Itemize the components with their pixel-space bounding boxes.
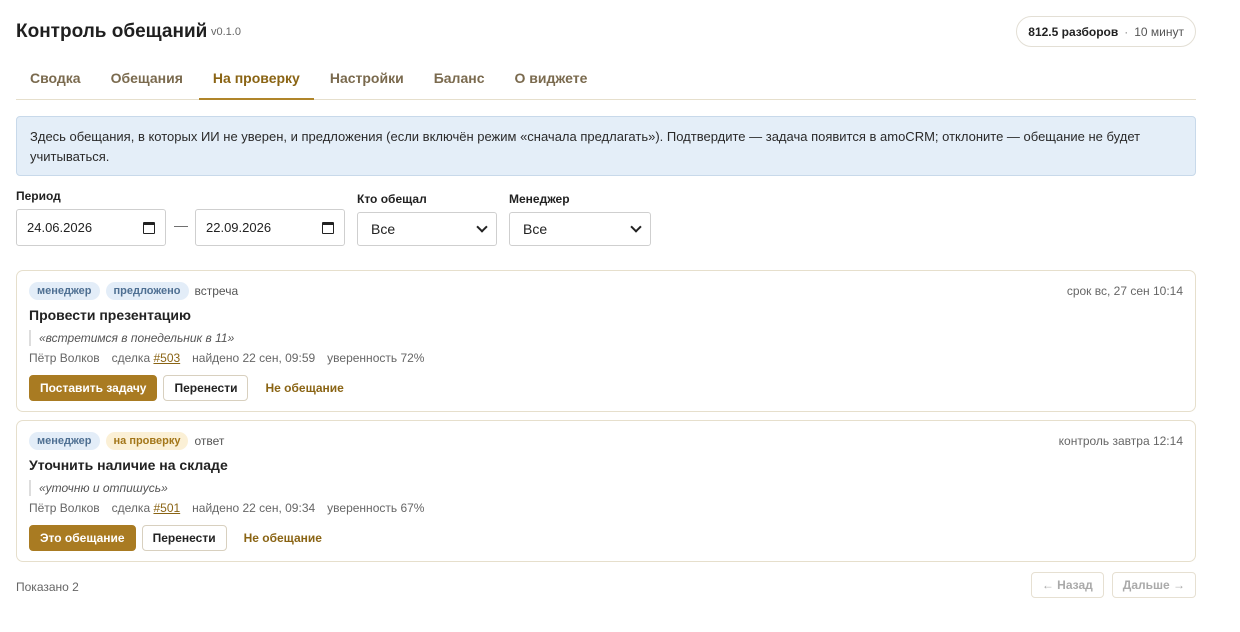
reschedule-button[interactable]: Перенести: [163, 375, 249, 401]
found-time: найдено 22 сен, 09:34: [192, 501, 316, 515]
confidence: уверенность 67%: [327, 501, 425, 515]
role-badge: менеджер: [29, 282, 100, 300]
period-label: Период: [16, 189, 61, 203]
deal-link[interactable]: #501: [153, 501, 180, 515]
tab-promises[interactable]: Обещания: [97, 62, 197, 100]
shown-count: Показано 2: [16, 580, 79, 594]
status-badge: на проверку: [105, 432, 189, 450]
confirm-promise-button[interactable]: Это обещание: [29, 525, 136, 551]
tab-bar: Сводка Обещания На проверку Настройки Ба…: [16, 62, 1196, 100]
pagination: ← Назад Дальше →: [1030, 572, 1196, 598]
promise-title: Провести презентацию: [29, 307, 191, 323]
balance-reviews: 812.5 разборов: [1028, 24, 1119, 39]
date-range-dash: —: [174, 217, 188, 233]
deal-label: сделка: [111, 351, 151, 365]
person-name: Пётр Волков: [29, 351, 100, 365]
promise-meta: Пётр Волков сделка #503 найдено 22 сен, …: [29, 351, 1183, 365]
confidence: уверенность 72%: [327, 351, 425, 365]
person-name: Пётр Волков: [29, 501, 100, 515]
prev-page-button[interactable]: ← Назад: [1030, 572, 1104, 598]
chevron-down-icon: [630, 221, 642, 233]
found-time: найдено 22 сен, 09:59: [192, 351, 316, 365]
date-to-input[interactable]: 22.09.2026: [195, 209, 345, 246]
next-page-button[interactable]: Дальше →: [1111, 572, 1196, 598]
who-promised-select[interactable]: Все: [357, 212, 497, 246]
tab-settings[interactable]: Настройки: [316, 62, 418, 100]
tab-summary[interactable]: Сводка: [16, 62, 95, 100]
app-title: Контроль обещаний: [16, 21, 208, 42]
not-promise-button[interactable]: Не обещание: [254, 375, 354, 401]
promise-title: Уточнить наличие на складе: [29, 457, 228, 473]
manager-label: Менеджер: [509, 192, 570, 206]
promise-card: менеджер предложено встреча срок вс, 27 …: [16, 270, 1196, 412]
balance-separator: ·: [1124, 24, 1129, 39]
date-to-value: 22.09.2026: [206, 220, 272, 235]
filters: Период 24.06.2026 — 22.09.2026 Кто обеща…: [16, 176, 1196, 258]
reschedule-button[interactable]: Перенести: [141, 525, 227, 551]
manager-select[interactable]: Все: [509, 212, 651, 246]
promise-kind: ответ: [194, 434, 225, 448]
promise-kind: встреча: [194, 284, 239, 298]
status-badge: предложено: [105, 282, 189, 300]
info-banner: Здесь обещания, в которых ИИ не уверен, …: [16, 116, 1196, 176]
chevron-down-icon: [476, 221, 488, 233]
deal-info: сделка #501: [112, 501, 181, 515]
promise-quote: «уточню и отпишусь»: [29, 480, 1183, 496]
who-promised-label: Кто обещал: [357, 192, 427, 206]
not-promise-button[interactable]: Не обещание: [233, 525, 333, 551]
date-from-input[interactable]: 24.06.2026: [16, 209, 166, 246]
tab-review[interactable]: На проверку: [198, 62, 314, 100]
set-task-button[interactable]: Поставить задачу: [29, 375, 158, 401]
tab-about[interactable]: О виджете: [500, 62, 601, 100]
promise-quote: «встретимся в понедельник в 11»: [29, 330, 1183, 346]
deal-link[interactable]: #503: [153, 351, 180, 365]
date-from-value: 24.06.2026: [27, 220, 93, 235]
promise-card: менеджер на проверку ответ контроль завт…: [16, 420, 1196, 562]
manager-value: Все: [523, 221, 548, 237]
balance-minutes: 10 минут: [1134, 24, 1184, 39]
deal-label: сделка: [111, 501, 151, 515]
role-badge: менеджер: [29, 432, 100, 450]
tab-balance[interactable]: Баланс: [420, 62, 499, 100]
who-promised-value: Все: [371, 221, 396, 237]
deadline-label: контроль завтра 12:14: [1058, 434, 1183, 448]
app-root: Контроль обещаний v0.1.0 812.5 разборов …: [16, 0, 1196, 616]
calendar-icon[interactable]: [143, 221, 155, 234]
deal-info: сделка #503: [112, 351, 181, 365]
promise-meta: Пётр Волков сделка #501 найдено 22 сен, …: [29, 501, 1183, 515]
version-label: v0.1.0: [211, 26, 241, 38]
deadline-label: срок вс, 27 сен 10:14: [1066, 284, 1183, 298]
footer: Показано 2 ← Назад Дальше →: [16, 572, 1196, 616]
balance-pill[interactable]: 812.5 разборов · 10 минут: [1016, 16, 1196, 47]
calendar-icon[interactable]: [322, 221, 334, 234]
header: Контроль обещаний v0.1.0 812.5 разборов …: [16, 0, 1196, 62]
